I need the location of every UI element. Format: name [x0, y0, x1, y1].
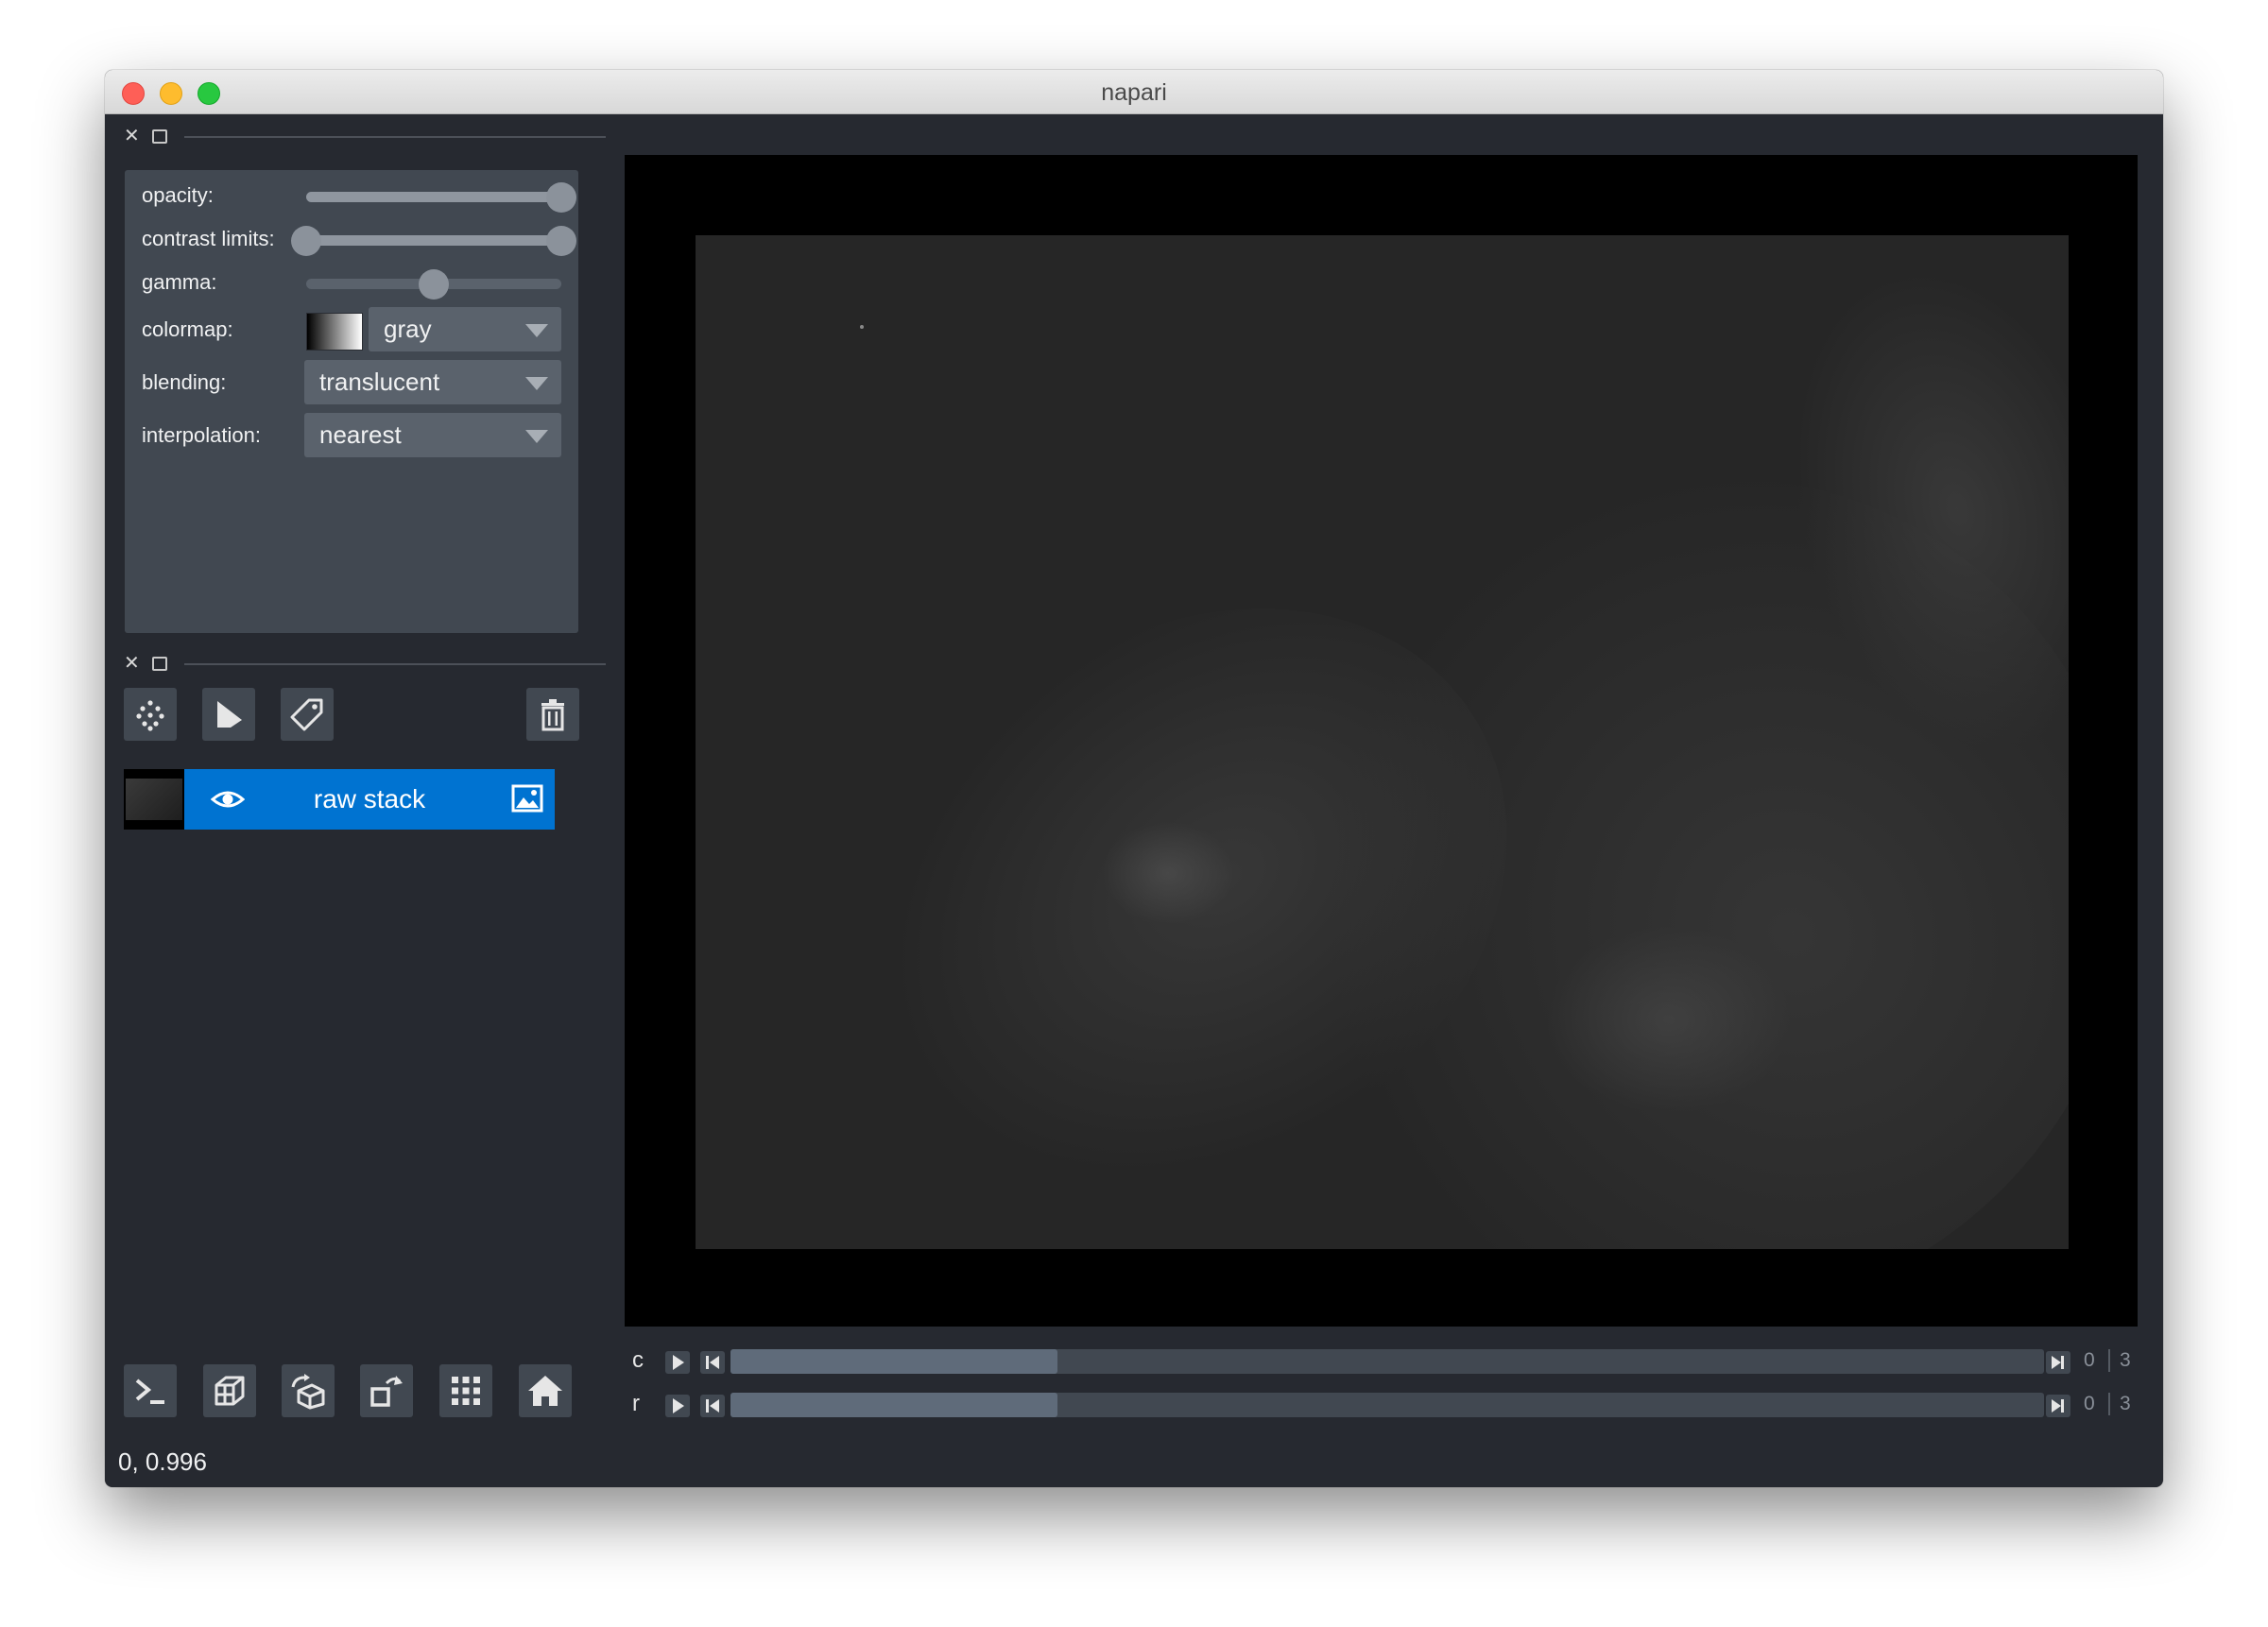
dims-slider-c: c 0 3 [625, 1347, 2146, 1376]
gamma-slider[interactable] [306, 269, 561, 300]
contrast-min-handle[interactable] [291, 226, 321, 256]
dim-axis-label: r [632, 1391, 640, 1416]
dim-max-index: 3 [2120, 1349, 2131, 1371]
dim-max-index: 3 [2120, 1393, 2131, 1414]
interpolation-dropdown[interactable]: nearest [304, 413, 561, 457]
dim-separator [2108, 1393, 2110, 1415]
dim-slider-track[interactable] [730, 1393, 2044, 1417]
new-points-layer-button[interactable] [124, 688, 177, 741]
colormap-label: colormap: [142, 317, 233, 341]
shapes-icon [217, 701, 242, 728]
chevron-down-icon [525, 430, 548, 443]
points-icon [136, 700, 164, 731]
dim-axis-label: c [632, 1347, 644, 1373]
float-dock-icon[interactable] [152, 657, 167, 671]
new-labels-layer-button[interactable] [281, 688, 334, 741]
dim-slider-thumb[interactable] [730, 1393, 1057, 1417]
play-icon[interactable] [665, 1351, 690, 1374]
dock-divider [184, 136, 606, 138]
transpose-dimensions-button[interactable] [360, 1364, 413, 1417]
skip-to-last-icon[interactable] [2046, 1395, 2070, 1417]
dim-slider-track[interactable] [730, 1349, 2044, 1374]
contrast-max-handle[interactable] [546, 226, 576, 256]
blending-label: blending: [142, 370, 227, 394]
ndisplay-icon [215, 1376, 245, 1406]
interpolation-value: nearest [319, 420, 402, 449]
labels-tag-icon [290, 698, 323, 731]
window-title: napari [1101, 79, 1167, 106]
reset-view-button[interactable] [519, 1364, 572, 1417]
dim-separator [2108, 1349, 2110, 1372]
toggle-ndisplay-button[interactable] [203, 1364, 256, 1417]
console-icon [135, 1379, 164, 1404]
roll-dims-icon [291, 1374, 325, 1410]
layer-controls-dock-header: ✕ [124, 125, 606, 147]
skip-to-last-icon[interactable] [2046, 1351, 2070, 1374]
contrast-limits-slider[interactable] [291, 226, 576, 256]
delete-layer-button[interactable] [526, 688, 579, 741]
dim-current-index[interactable]: 0 [2084, 1393, 2095, 1415]
contrast-limits-label: contrast limits: [142, 227, 275, 250]
home-icon [528, 1376, 562, 1406]
roll-dimensions-button[interactable] [282, 1364, 335, 1417]
layer-thumbnail [124, 769, 184, 830]
skip-to-first-icon[interactable] [700, 1395, 725, 1417]
close-dock-icon[interactable]: ✕ [124, 652, 140, 675]
image-layer-render [696, 235, 2069, 1249]
chevron-down-icon [525, 324, 548, 337]
gamma-label: gamma: [142, 270, 217, 294]
layer-selected-row[interactable]: raw stack [184, 769, 555, 830]
colormap-preview [306, 313, 363, 351]
console-button[interactable] [124, 1364, 177, 1417]
chevron-down-icon [525, 377, 548, 390]
layer-name[interactable]: raw stack [184, 784, 555, 814]
layer-controls-panel: opacity: contrast limits: gamma: colorma… [125, 170, 578, 633]
interpolation-label: interpolation: [142, 423, 261, 447]
napari-window: napari ✕ opacity: contrast limits: gamma… [105, 70, 2163, 1487]
dims-slider-r: r 0 3 [625, 1391, 2146, 1419]
image-layer-type-icon [511, 784, 543, 813]
opacity-slider-handle[interactable] [546, 182, 576, 213]
layer-list-item[interactable]: raw stack [124, 769, 555, 830]
opacity-slider-fill [306, 192, 561, 202]
status-bar: 0, 0.996 [118, 1447, 207, 1476]
float-dock-icon[interactable] [152, 129, 167, 144]
dim-slider-thumb[interactable] [730, 1349, 1057, 1374]
opacity-label: opacity: [142, 183, 214, 207]
grid-icon [452, 1377, 480, 1405]
grid-mode-button[interactable] [439, 1364, 492, 1417]
viewer-canvas[interactable] [625, 155, 2138, 1327]
close-dock-icon[interactable]: ✕ [124, 125, 140, 147]
blending-value: translucent [319, 368, 440, 396]
opacity-slider[interactable] [306, 182, 576, 213]
skip-to-first-icon[interactable] [700, 1351, 725, 1374]
contrast-limits-slider-fill [306, 235, 561, 246]
dock-divider [184, 663, 606, 665]
colormap-dropdown[interactable]: gray [369, 307, 561, 351]
dim-current-index[interactable]: 0 [2084, 1349, 2095, 1372]
new-shapes-layer-button[interactable] [202, 688, 255, 741]
play-icon[interactable] [665, 1395, 690, 1417]
transpose-icon [370, 1376, 403, 1407]
blending-dropdown[interactable]: translucent [304, 360, 561, 404]
colormap-value: gray [384, 315, 432, 343]
gamma-slider-handle[interactable] [419, 269, 449, 300]
layer-list-dock-header: ✕ [124, 652, 606, 675]
title-bar: napari [105, 70, 2163, 114]
trash-icon [541, 699, 564, 731]
